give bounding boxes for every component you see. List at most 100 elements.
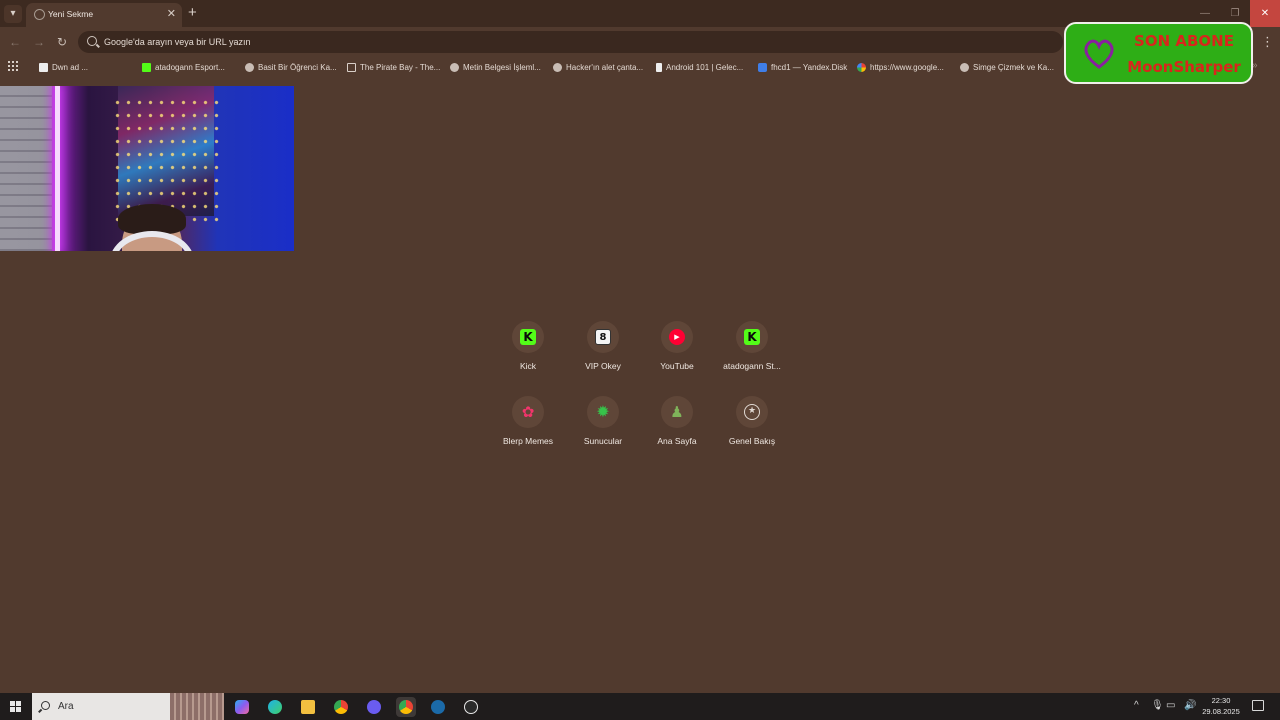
tray-chevron-icon[interactable]: ^ bbox=[1134, 700, 1139, 711]
bookmark-item[interactable]: fhcd1 — Yandex.Disk bbox=[758, 60, 847, 74]
bookmark-item[interactable]: https://www.google... bbox=[857, 60, 944, 74]
notification-icon[interactable] bbox=[1252, 700, 1264, 711]
shortcut-label: Kick bbox=[519, 361, 537, 371]
taskbar-search[interactable]: Ara bbox=[32, 693, 172, 720]
bookmark-label: Basit Bir Öğrenci Ka... bbox=[258, 62, 337, 72]
server-icon: ✹ bbox=[596, 402, 610, 421]
microphone-icon[interactable]: 🎙 bbox=[1151, 700, 1164, 711]
system-clock[interactable]: 22:30 29.08.2025 bbox=[1198, 695, 1244, 717]
chrome-active-icon[interactable] bbox=[396, 697, 416, 717]
shortcut-icon-circle: K bbox=[736, 321, 768, 353]
network-icon[interactable]: ▭ bbox=[1166, 700, 1175, 711]
taskbar: Ara ^ 🎙 ▭ 🔊 22:30 29.08.2025 bbox=[0, 693, 1280, 720]
window-close-icon[interactable]: ✕ bbox=[1250, 0, 1280, 27]
kebab-menu-icon[interactable]: ⋮ bbox=[1261, 35, 1274, 49]
search-icon bbox=[41, 701, 50, 710]
shortcut-tile[interactable]: K Kick bbox=[492, 321, 564, 393]
shortcut-label: YouTube bbox=[660, 361, 694, 371]
bookmark-item[interactable]: Basit Bir Öğrenci Ka... bbox=[245, 60, 337, 74]
star-circle-icon: ★ bbox=[744, 404, 760, 420]
clock-date: 29.08.2025 bbox=[1202, 707, 1240, 716]
bookmark-label: Hacker'ın alet çanta... bbox=[566, 62, 644, 72]
bookmark-label: Android 101 | Gelec... bbox=[666, 62, 744, 72]
bookmark-item[interactable]: Android 101 | Gelec... bbox=[656, 60, 743, 74]
shortcut-icon-circle: ✿ bbox=[512, 396, 544, 428]
search-highlight-image[interactable] bbox=[170, 693, 224, 720]
shortcut-icon-circle: ✹ bbox=[587, 396, 619, 428]
shortcut-tile[interactable]: ★ Genel Bakış bbox=[716, 396, 788, 468]
windows-start-icon[interactable] bbox=[10, 701, 21, 712]
youtube-icon: ▶ bbox=[669, 329, 685, 345]
shortcut-tile[interactable]: 8 VIP Okey bbox=[567, 321, 639, 393]
tab-close-icon[interactable]: ✕ bbox=[167, 7, 176, 20]
shortcut-icon-circle: 8 bbox=[587, 321, 619, 353]
obs-icon[interactable] bbox=[461, 697, 481, 717]
kick-icon: K bbox=[744, 329, 760, 345]
clock-time: 22:30 bbox=[1211, 696, 1231, 705]
bookmark-item[interactable]: Simge Çizmek ve Ka... bbox=[960, 60, 1054, 74]
shortcut-label: Sunucular bbox=[583, 436, 623, 446]
volume-icon[interactable]: 🔊 bbox=[1184, 700, 1196, 711]
shortcut-tile[interactable]: ♟ Ana Sayfa bbox=[641, 396, 713, 468]
forward-arrow-icon[interactable]: → bbox=[33, 35, 45, 49]
yandex-disk-icon bbox=[758, 62, 767, 72]
google-icon bbox=[857, 62, 866, 72]
tab-new-tab[interactable]: Yeni Sekme ✕ bbox=[26, 3, 182, 27]
shortcut-icon-circle: ★ bbox=[736, 396, 768, 428]
globe-icon bbox=[960, 62, 969, 72]
blerp-icon: ✿ bbox=[521, 403, 535, 421]
shortcut-tile[interactable]: ✹ Sunucular bbox=[567, 396, 639, 468]
bookmark-item[interactable]: Metin Belgesi İşleml... bbox=[450, 60, 541, 74]
shortcut-label: Blerp Memes bbox=[502, 436, 554, 446]
webcam-background bbox=[0, 86, 52, 251]
shortcut-icon-circle: ▶ bbox=[661, 321, 693, 353]
taskbar-search-text: Ara bbox=[58, 701, 74, 712]
shortcut-tile[interactable]: K atadogann St... bbox=[716, 321, 788, 393]
edge-icon[interactable] bbox=[265, 697, 285, 717]
file-explorer-icon[interactable] bbox=[298, 697, 318, 717]
pawn-icon: ♟ bbox=[670, 403, 684, 421]
globe-icon bbox=[553, 62, 562, 72]
shortcut-icon-circle: K bbox=[512, 321, 544, 353]
shortcut-tile[interactable]: ✿ Blerp Memes bbox=[492, 396, 564, 468]
steam-icon[interactable] bbox=[428, 697, 448, 717]
discord-icon[interactable] bbox=[364, 697, 384, 717]
badge-subscriber-name: MoonSharper bbox=[1127, 58, 1241, 76]
shortcut-label: Ana Sayfa bbox=[657, 436, 697, 446]
heart-icon bbox=[1084, 39, 1114, 69]
last-subscriber-badge: SON ABONE MoonSharper bbox=[1064, 22, 1253, 84]
globe-icon bbox=[450, 62, 459, 72]
webcam-led-strip bbox=[55, 86, 60, 251]
chrome-icon[interactable] bbox=[331, 697, 351, 717]
shortcut-label: VIP Okey bbox=[585, 361, 621, 371]
pirate-bay-icon bbox=[347, 62, 356, 72]
bookmark-label: Simge Çizmek ve Ka... bbox=[973, 62, 1054, 72]
doc-icon bbox=[656, 62, 662, 72]
tab-title: Yeni Sekme bbox=[48, 9, 94, 19]
search-icon bbox=[87, 36, 97, 46]
address-bar[interactable] bbox=[78, 31, 1063, 53]
shortcut-label: atadogann St... bbox=[723, 361, 781, 371]
shortcut-icon-circle: ♟ bbox=[661, 396, 693, 428]
bookmark-item[interactable]: Dwn ad ... bbox=[39, 60, 88, 74]
bookmark-item[interactable]: The Pirate Bay - The... bbox=[347, 60, 440, 74]
new-tab-favicon-icon bbox=[34, 9, 45, 20]
bookmark-label: fhcd1 — Yandex.Disk bbox=[771, 62, 848, 72]
shortcut-tile[interactable]: ▶ YouTube bbox=[641, 321, 713, 393]
omnibox-input[interactable] bbox=[104, 33, 1044, 51]
webcam-overlay bbox=[0, 86, 294, 251]
bookmark-label: atadogann Esport... bbox=[155, 62, 225, 72]
bookmark-item[interactable]: Hacker'ın alet çanta... bbox=[553, 60, 643, 74]
bookmark-label: Dwn ad ... bbox=[52, 62, 89, 72]
apps-grid-icon[interactable] bbox=[8, 61, 18, 71]
tab-search-chevron-icon[interactable]: ▾ bbox=[4, 5, 22, 23]
bookmark-label: https://www.google... bbox=[870, 62, 944, 72]
new-tab-button[interactable]: + bbox=[188, 4, 197, 22]
copilot-icon[interactable] bbox=[232, 697, 252, 717]
globe-icon bbox=[245, 62, 254, 72]
back-arrow-icon[interactable]: ← bbox=[9, 35, 21, 49]
bookmark-item[interactable]: atadogann Esport... bbox=[142, 60, 225, 74]
badge-title: SON ABONE bbox=[1134, 32, 1234, 50]
webcam-person-hair bbox=[118, 204, 186, 234]
reload-icon[interactable]: ↻ bbox=[57, 35, 67, 49]
